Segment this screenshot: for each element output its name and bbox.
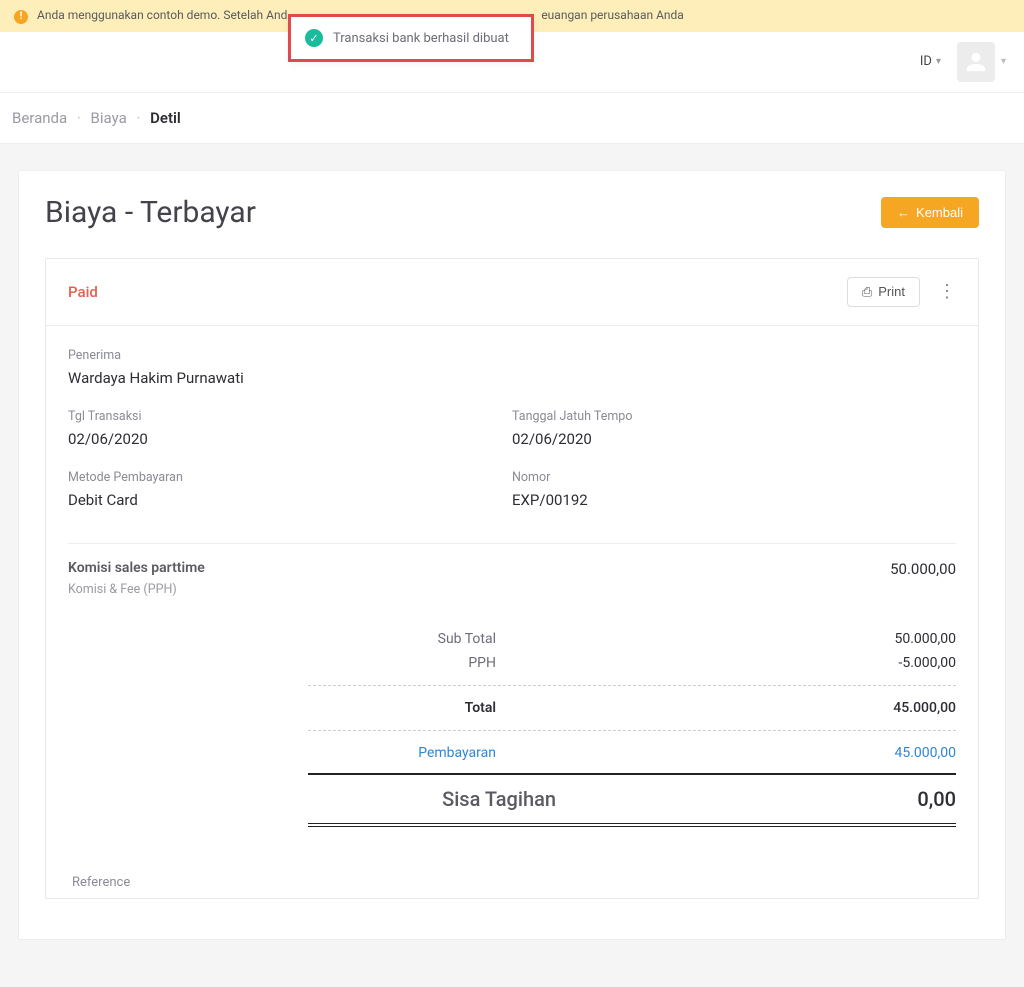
banner-text-left: Anda menggunakan contoh demo. Setelah An… [37,8,287,22]
breadcrumb-detail: Detil [150,109,181,127]
arrow-left-icon: ← [897,205,910,220]
number-label: Nomor [512,470,956,485]
paymethod-value: Debit Card [68,491,512,509]
breadcrumb-expense[interactable]: Biaya [91,109,127,127]
remaining-label: Sisa Tagihan [308,787,856,811]
paymethod-label: Metode Pembayaran [68,470,512,485]
subtotal-label: Sub Total [308,631,856,647]
recipient-label: Penerima [68,348,956,363]
recipient-value: Wardaya Hakim Purnawati [68,369,956,387]
total-value: 45.000,00 [856,700,956,716]
payment-label[interactable]: Pembayaran [308,745,856,761]
subtotal-value: 50.000,00 [856,631,956,647]
print-button[interactable]: ⎙ Print [847,277,920,307]
pph-label: PPH [308,655,856,671]
success-toast: ✓ Transaksi bank berhasil dibuat [288,14,534,62]
toast-message: Transaksi bank berhasil dibuat [333,31,509,46]
duedate-value: 02/06/2020 [512,430,956,448]
total-label: Total [308,700,856,716]
print-icon: ⎙ [862,284,872,300]
line-item-category: Komisi & Fee (PPH) [68,582,205,597]
txdate-label: Tgl Transaksi [68,409,512,424]
check-icon: ✓ [305,29,323,47]
more-menu-icon[interactable]: ⋮ [938,283,956,301]
txdate-value: 02/06/2020 [68,430,512,448]
user-icon [965,51,987,73]
chevron-down-icon: ▾ [936,56,941,67]
breadcrumb-home[interactable]: Beranda [12,109,67,127]
payment-value: 45.000,00 [856,745,956,761]
page-title: Biaya - Terbayar [45,195,256,230]
line-item: Komisi sales parttime Komisi & Fee (PPH)… [68,543,956,597]
language-selector[interactable]: ID [920,54,932,69]
reference-label: Reference [68,875,956,890]
warning-icon: ! [14,10,28,24]
line-item-title: Komisi sales parttime [68,560,205,576]
duedate-label: Tanggal Jatuh Tempo [512,409,956,424]
banner-text-right: euangan perusahaan Anda [541,8,684,22]
pph-value: -5.000,00 [856,655,956,671]
chevron-down-icon: ▾ [1001,56,1006,67]
breadcrumb: Beranda · Biaya · Detil [0,92,1024,144]
line-item-amount: 50.000,00 [890,560,956,578]
back-button[interactable]: ← Kembali [881,197,979,228]
status-badge: Paid [68,283,98,301]
avatar[interactable] [957,42,995,82]
remaining-value: 0,00 [856,787,956,811]
number-value: EXP/00192 [512,491,956,509]
